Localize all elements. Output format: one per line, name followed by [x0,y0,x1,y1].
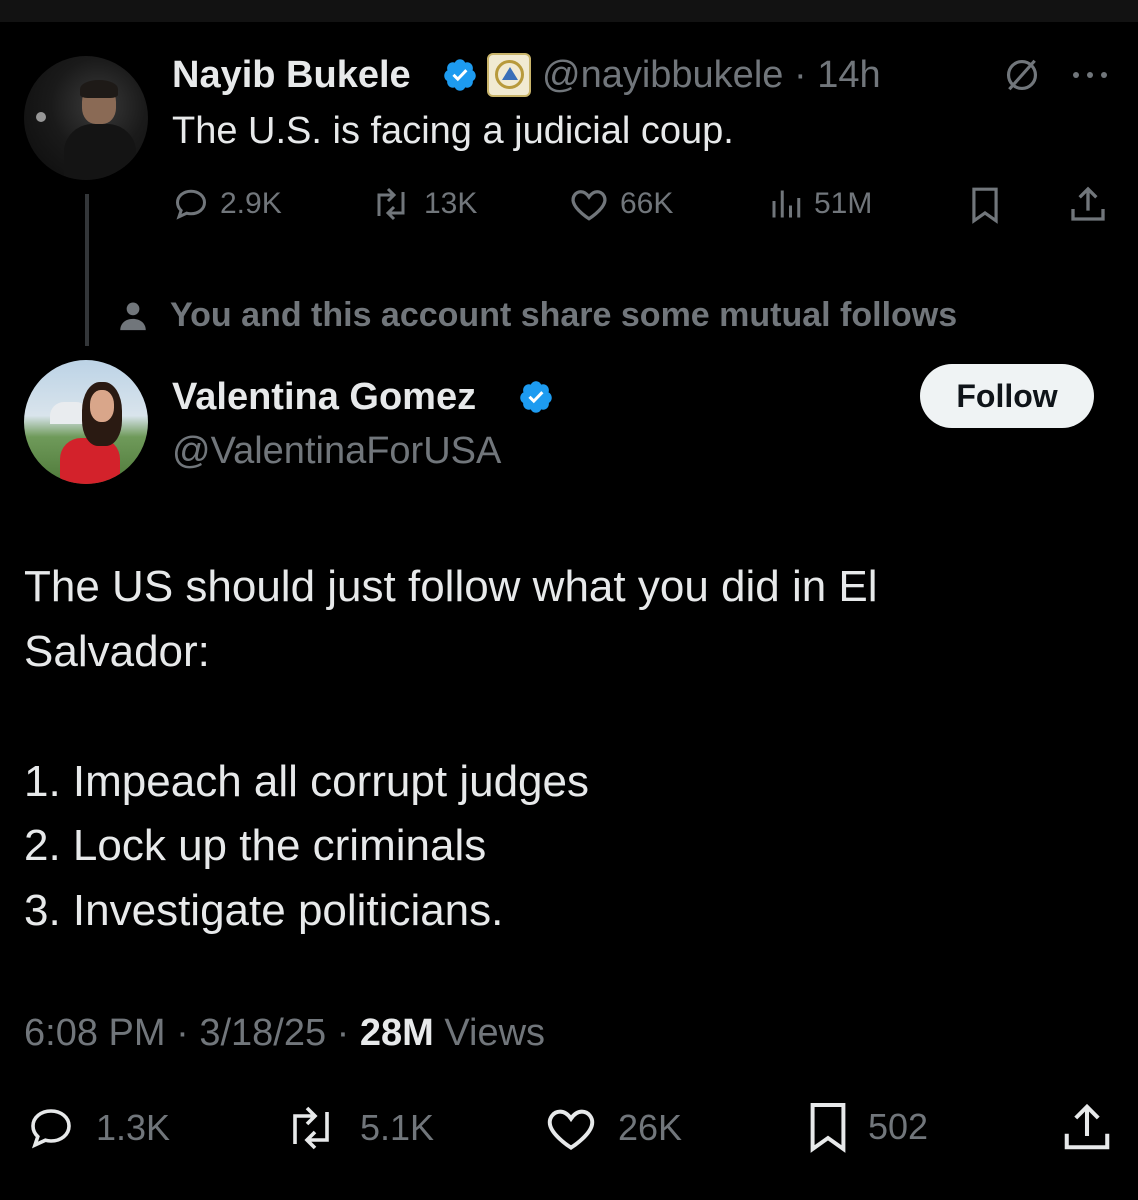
verified-badge-icon [520,381,552,413]
parent-like-button[interactable]: 66K [568,186,673,222]
dot-separator: · [176,1012,189,1054]
verified-badge-icon [444,59,476,91]
tweet-text-line: Salvador: [24,627,210,676]
share-icon[interactable] [1068,184,1108,224]
parent-reply-button[interactable]: 2.9K [172,186,282,222]
parent-views-button[interactable]: 51M [768,186,872,222]
parent-tweet-text: The U.S. is facing a judicial coup. [172,110,734,152]
status-bar [0,0,1138,22]
heart-icon [547,1109,595,1150]
main-handle[interactable]: @ValentinaForUSA [172,430,501,473]
person-icon [120,302,146,330]
parent-like-count: 66K [620,187,674,220]
more-options-icon[interactable] [1068,60,1112,90]
main-author-name[interactable]: Valentina Gomez [172,376,476,419]
reply-count: 1.3K [96,1107,171,1148]
bookmark-icon [810,1103,846,1153]
repost-button[interactable]: 5.1K [280,1104,434,1152]
avatar-nayib-bukele[interactable] [24,56,148,180]
dot-separator: · [336,1012,350,1054]
avatar-valentina-gomez[interactable] [24,360,148,484]
reply-icon [175,189,207,220]
tweet-date[interactable]: 3/18/25 [199,1012,326,1054]
mutual-follows-text: You and this account share some mutual f… [170,296,958,334]
follow-button[interactable]: Follow [920,364,1094,428]
tweet-time[interactable]: 6:08 PM [24,1012,166,1054]
views-label: Views [444,1012,546,1054]
dot-separator: · [793,54,807,96]
tweet-text-line: 2. Lock up the criminals [24,821,487,870]
repost-icon [293,1106,329,1150]
like-count: 26K [618,1107,683,1148]
bookmark-count: 502 [868,1106,929,1147]
parent-time[interactable]: 14h [817,54,880,96]
bookmark-button[interactable]: 502 [806,1100,928,1154]
tweet-text-line: The US should just follow what you did i… [24,562,878,611]
parent-repost-button[interactable]: 13K [368,186,477,222]
like-button[interactable]: 26K [542,1104,682,1152]
tweet-text-line: 1. Impeach all corrupt judges [24,757,589,806]
heart-icon [571,190,607,221]
thread-connector-line [85,194,89,346]
tweet-timestamp-views: 6:08 PM · 3/18/25 · 28M Views [24,1012,545,1055]
mutual-follows-notice: You and this account share some mutual f… [116,296,957,335]
parent-author-name[interactable]: Nayib Bukele [172,54,411,97]
share-icon[interactable] [1060,1100,1114,1154]
views-count: 28M [359,1012,434,1054]
bookmark-icon[interactable] [968,186,1002,224]
reply-button[interactable]: 1.3K [24,1104,170,1152]
repost-count: 5.1K [360,1107,435,1148]
parent-handle-time[interactable]: @nayibbukele · 14h [542,54,881,97]
repost-icon [377,187,405,221]
tweet-text-line: 3. Investigate politicians. [24,886,504,935]
parent-reply-count: 2.9K [220,187,282,220]
grok-icon[interactable] [1003,56,1041,94]
parent-handle[interactable]: @nayibbukele [542,54,783,96]
government-seal-icon [487,53,531,97]
parent-repost-count: 13K [424,187,478,220]
reply-icon [31,1109,71,1149]
parent-views-count: 51M [814,187,873,220]
analytics-icon [772,190,801,218]
